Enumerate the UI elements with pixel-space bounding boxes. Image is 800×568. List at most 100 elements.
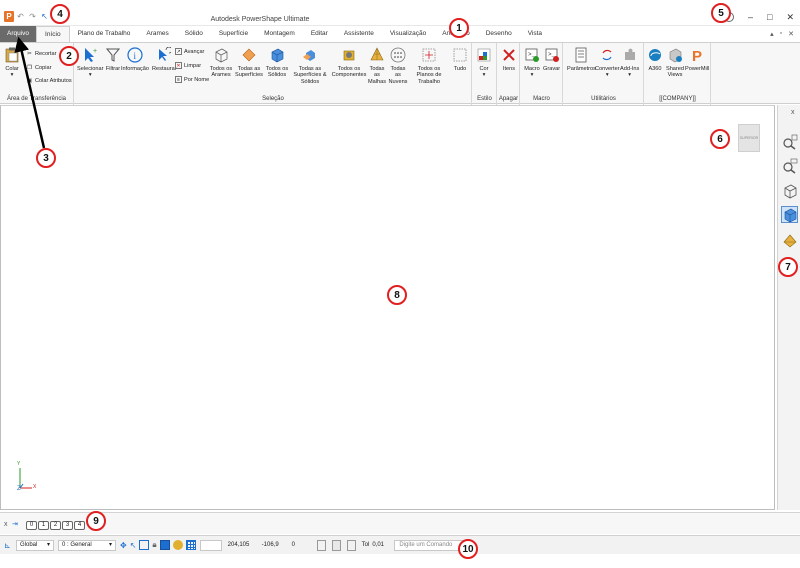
mesh-icon [369, 47, 385, 63]
snap-icon[interactable]: ✥ [120, 541, 127, 550]
smart-cursor-icon[interactable]: ↖ [130, 541, 137, 550]
level-tab-4[interactable]: 4 [74, 521, 85, 530]
strip-close-icon[interactable]: x [4, 521, 8, 528]
tab-visualizacao[interactable]: Visualização [382, 26, 434, 42]
powermill-button[interactable]: P PowerMill [685, 47, 709, 72]
shared-views-button[interactable]: Shared Views [664, 47, 686, 79]
level-tab-3[interactable]: 3 [62, 521, 73, 530]
toolbar-close-icon[interactable]: x [791, 109, 795, 116]
macro-button[interactable]: >_ Macro ▾ [524, 47, 540, 79]
relative-mode-icon[interactable] [331, 539, 341, 551]
blank-field[interactable] [199, 539, 222, 551]
select-all-label: Tudo [453, 66, 467, 72]
group-label-delete: Apagar [498, 96, 519, 102]
maximize-button[interactable]: □ [767, 12, 772, 23]
parameters-button[interactable]: Parâmetros [567, 47, 596, 72]
paste-attributes-button[interactable]: ▣ Colar Atributos [26, 77, 72, 84]
powermill-icon: P [689, 47, 705, 63]
bottom-margin [0, 554, 800, 568]
doc-restore-icon[interactable]: ▫ [780, 30, 782, 38]
tab-assistente[interactable]: Assistente [336, 26, 382, 42]
workplane-value: Global [20, 541, 38, 548]
zoom-box-icon[interactable] [781, 157, 798, 174]
axis-z-label: Z [17, 486, 21, 492]
title-bar: P ↶ ↷ ↖ ▾ Autodesk PowerShape Ultimate ?… [0, 0, 800, 26]
advance-button[interactable]: ↗ Avançar [175, 48, 204, 55]
tab-desenho[interactable]: Desenho [478, 26, 520, 42]
information-label: Informação [121, 66, 149, 72]
principal-plane-icon[interactable] [159, 540, 170, 550]
cut-button[interactable]: ✂ Recortar [26, 50, 56, 57]
all-meshes-button[interactable]: Todas as Malhas [366, 47, 388, 85]
shaded-mesh-view-icon[interactable] [781, 232, 798, 249]
convert-button[interactable]: Converter ▾ [595, 47, 620, 79]
all-components-button[interactable]: Todos os Componentes [331, 47, 367, 79]
select-all-button[interactable]: Tudo [451, 47, 469, 72]
select-button[interactable]: + Selecionar ▾ [77, 47, 103, 79]
wireframe-cube-icon [213, 47, 229, 63]
group-estilo: Cor ▾ Estilo [473, 43, 497, 105]
addins-button[interactable]: Add-Ins ▾ [620, 47, 639, 79]
close-button[interactable]: ✕ [786, 12, 794, 23]
all-surfaces-solids-button[interactable]: Todas as Superfícies & Sólidos [285, 47, 335, 85]
ribbon-tabs: Arquivo Início Plano de Trabalho Arames … [0, 26, 800, 42]
ribbon-panel: Colar ▾ ✂ Recortar ❐ Copiar ▣ Colar Atri… [0, 42, 800, 105]
grid-icon[interactable] [185, 540, 196, 550]
workplane-select[interactable]: Global ▾ [16, 539, 54, 551]
tab-inicio[interactable]: Início [36, 26, 70, 42]
clear-x-icon: ✕ [175, 62, 182, 69]
paste-button[interactable]: Colar ▾ [4, 47, 20, 79]
grid-snap-icon[interactable] [139, 540, 150, 550]
level-tab-1[interactable]: 1 [38, 521, 49, 530]
tab-solido[interactable]: Sólido [177, 26, 211, 42]
color-button[interactable]: Cor ▾ [476, 47, 492, 79]
tab-editar[interactable]: Editar [303, 26, 336, 42]
tab-arames[interactable]: Arames [138, 26, 176, 42]
doc-close-icon[interactable]: ✕ [788, 30, 794, 38]
zoom-extents-icon[interactable] [781, 133, 798, 150]
restore-button[interactable]: Restaurar [152, 47, 177, 72]
tab-arquivo[interactable]: Arquivo [0, 26, 37, 42]
filter-button[interactable]: Filtrar [105, 47, 121, 72]
record-button[interactable]: >_ Gravar [543, 47, 560, 72]
all-clouds-button[interactable]: Todas as Nuvens [387, 47, 409, 85]
strip-arrow-icon[interactable]: ⇥ [12, 520, 18, 528]
all-workplanes-button[interactable]: Todos os Planos de Trabalho [410, 47, 448, 85]
level-tab-0[interactable]: 0 [26, 521, 37, 530]
advance-icon: ↗ [175, 48, 182, 55]
solid-cube-icon [269, 47, 285, 63]
absolute-mode-icon[interactable] [316, 539, 326, 551]
wireframe-view-icon[interactable] [781, 182, 798, 199]
paste-attributes-icon: ▣ [26, 77, 33, 84]
level-tab-2[interactable]: 2 [50, 521, 61, 530]
by-name-button[interactable]: ≡ Por Nome [175, 76, 209, 83]
material-icon[interactable] [172, 540, 183, 550]
all-wireframes-label: Todos os Arames [209, 66, 233, 79]
dropdown-arrow-icon: ▾ [88, 72, 92, 79]
tolerance-value[interactable]: 0,01 [372, 542, 392, 548]
tab-superficie[interactable]: Superfície [211, 26, 256, 42]
callout-10: 10 [458, 539, 478, 559]
tab-montagem[interactable]: Montagem [256, 26, 303, 42]
lock-icon[interactable]: 🔒︎ [152, 540, 156, 550]
minimize-button[interactable]: – [748, 12, 753, 23]
tab-plano-de-trabalho[interactable]: Plano de Trabalho [70, 26, 139, 42]
shaded-view-icon[interactable] [781, 206, 798, 223]
delete-items-button[interactable]: Itens [501, 47, 517, 72]
view-cube[interactable]: SUPERIOR [738, 124, 760, 152]
dimension-icon[interactable] [346, 539, 356, 551]
puzzle-icon [622, 47, 638, 63]
filter-icon [105, 47, 121, 63]
ribbon-collapse-icon[interactable]: ▴ [770, 30, 774, 38]
copy-button[interactable]: ❐ Copiar [26, 64, 52, 71]
paste-attributes-label: Colar Atributos [35, 77, 72, 84]
clear-button[interactable]: ✕ Limpar [175, 62, 201, 69]
all-surfaces-button[interactable]: Todas as Superfícies [235, 47, 263, 79]
tab-vista[interactable]: Vista [520, 26, 550, 42]
level-select[interactable]: 0 : General ▾ [58, 539, 116, 551]
a360-button[interactable]: A360 [647, 47, 663, 72]
graphics-canvas[interactable] [0, 105, 775, 510]
information-button[interactable]: i Informação [121, 47, 149, 72]
all-wireframes-button[interactable]: Todos os Arames [208, 47, 234, 79]
coord-z: 0 [291, 542, 296, 548]
